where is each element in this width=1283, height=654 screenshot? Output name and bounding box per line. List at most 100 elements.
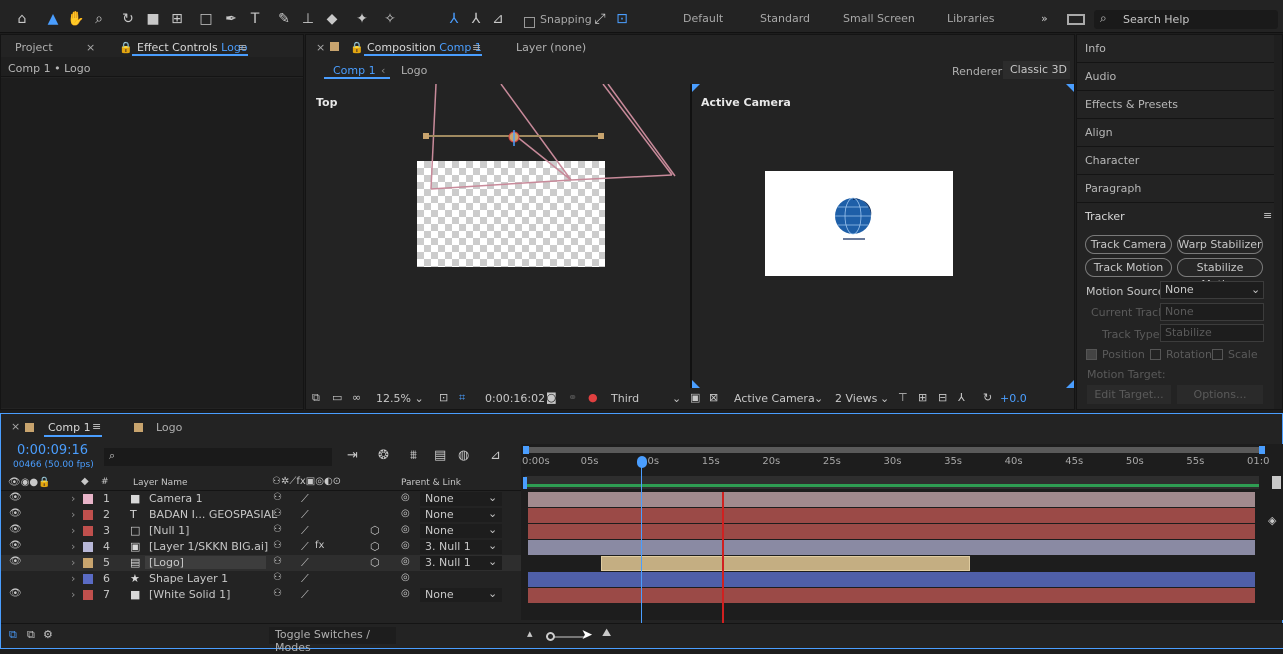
monitor-icon[interactable]: ▭ — [332, 391, 342, 404]
search-help-field[interactable]: ⌕ Search Help — [1094, 10, 1278, 29]
snapshot-icon[interactable]: ◙ — [546, 391, 557, 404]
tab-composition[interactable]: Composition Comp 1 — [367, 41, 482, 54]
toggle-view-icon[interactable]: ▣ — [690, 391, 700, 404]
sync-settings-icon[interactable] — [1067, 14, 1085, 25]
clone-stamp-tool-icon[interactable]: ⊥ — [298, 9, 318, 29]
preview-options-icon[interactable]: ⧉ — [312, 391, 320, 405]
panel-character-label: Character — [1085, 154, 1140, 167]
viewer-top[interactable]: Top — [306, 84, 690, 388]
in-out-pane-icon[interactable]: ⚙ — [43, 628, 53, 641]
rotate-tool-icon[interactable]: ↻ — [118, 9, 138, 29]
camera-tool-icon[interactable]: ■ — [143, 9, 163, 29]
panel-menu-icon[interactable]: ≡ — [472, 41, 481, 54]
layer-duration-bar[interactable] — [528, 492, 1255, 507]
playhead-handle[interactable] — [637, 456, 647, 468]
snap-edges-icon[interactable]: ⤢ — [590, 9, 610, 29]
pan-behind-tool-icon[interactable]: ⊞ — [167, 9, 187, 29]
puppet-tool-icon[interactable]: ✧ — [380, 9, 400, 29]
lock-icon[interactable]: 🔒 — [119, 41, 133, 54]
reset-exposure-icon[interactable]: ↻ — [983, 391, 992, 404]
region-of-interest-icon[interactable]: ⌗ — [459, 391, 465, 405]
home-icon[interactable]: ⌂ — [12, 9, 32, 29]
snapping-label: Snapping — [540, 13, 592, 26]
zoom-in-icon[interactable]: ⛰ — [602, 626, 611, 640]
layer-duration-bar[interactable] — [528, 524, 1255, 539]
composition-panel: × 🔒 Composition Comp 1 ≡ Layer (none) Co… — [305, 34, 1075, 410]
type-tool-icon[interactable]: T — [245, 9, 265, 29]
viewer-active-camera[interactable]: Active Camera — [690, 84, 1074, 388]
tab-project[interactable]: Project — [15, 41, 53, 54]
close-icon[interactable]: × — [86, 41, 95, 54]
tab-layer[interactable]: Layer (none) — [516, 41, 586, 54]
panel-audio[interactable]: Audio — [1077, 63, 1282, 91]
workspace-standard[interactable]: Standard — [760, 12, 810, 25]
current-time-indicator[interactable] — [641, 457, 642, 624]
panel-menu-icon[interactable]: ≡ — [1263, 209, 1272, 222]
stabilize-motion-button[interactable]: Stabilize Motion — [1177, 258, 1263, 291]
tab-effect-controls[interactable]: Effect Controls Logo — [137, 41, 248, 54]
panel-menu-icon[interactable]: ≡ — [238, 41, 247, 54]
layer-duration-bar[interactable] — [528, 508, 1255, 523]
mask-visibility-icon[interactable]: ∞ — [352, 391, 361, 404]
channel-icon[interactable]: ● — [588, 391, 598, 404]
zoom-slider-handle[interactable] — [546, 632, 555, 641]
timeline-icon[interactable]: ⊞ — [918, 391, 927, 404]
local-axis-icon[interactable]: ⅄ — [444, 9, 464, 29]
workspace-small-screen[interactable]: Small Screen — [843, 12, 915, 25]
crumb-layer[interactable]: Logo — [401, 64, 427, 77]
track-camera-button[interactable]: Track Camera — [1085, 235, 1172, 254]
view-axis-icon[interactable]: ⊿ — [488, 9, 508, 29]
more-workspaces-icon[interactable]: » — [1041, 12, 1048, 25]
panel-align[interactable]: Align — [1077, 119, 1282, 147]
warp-stabilizer-button[interactable]: Warp Stabilizer — [1177, 235, 1263, 254]
eraser-tool-icon[interactable]: ◆ — [322, 9, 342, 29]
transfer-controls-pane-icon[interactable]: ⧉ — [27, 628, 35, 642]
close-icon[interactable]: × — [316, 41, 325, 54]
transparency-grid-icon[interactable]: ⊠ — [709, 391, 718, 404]
zoom-out-icon[interactable]: ▴ — [527, 627, 533, 640]
comp-color-icon — [330, 42, 339, 51]
crumb-comp[interactable]: Comp 1 ‹ — [324, 63, 390, 79]
right-panel-scrollbar[interactable] — [1274, 35, 1282, 409]
motion-source-value: None — [1165, 283, 1194, 296]
renderer-dropdown[interactable]: Classic 3D — [1003, 61, 1070, 79]
fast-previews-icon[interactable]: ⊤ — [898, 391, 908, 404]
lock-icon[interactable]: 🔒 — [350, 41, 364, 54]
layer-duration-bar[interactable] — [528, 572, 1255, 587]
layer-duration-bar[interactable] — [528, 588, 1255, 603]
roto-brush-tool-icon[interactable]: ✦ — [352, 9, 372, 29]
zoom-tool-icon[interactable]: ⌕ — [89, 9, 109, 29]
motion-source-dropdown[interactable]: None ⌄ — [1160, 281, 1264, 299]
show-snapshot-icon[interactable]: ⚭ — [568, 391, 577, 404]
toggle-switches-modes-button[interactable]: Toggle Switches / Modes — [269, 627, 396, 654]
selection-tool-icon[interactable]: ▲ — [43, 9, 63, 29]
zoom-dropdown[interactable]: 12.5% ⌄ — [376, 392, 424, 405]
brush-tool-icon[interactable]: ✎ — [274, 9, 294, 29]
flowchart-icon[interactable]: ⅄ — [958, 391, 965, 404]
panel-info[interactable]: Info — [1077, 35, 1282, 63]
layer-duration-bar[interactable] — [528, 540, 1255, 555]
comp-flowchart-icon[interactable]: ⊟ — [938, 391, 947, 404]
view-layout-dropdown[interactable]: Third ⌄ — [611, 392, 685, 405]
panel-character[interactable]: Character — [1077, 147, 1282, 175]
pen-tool-icon[interactable]: ✒ — [221, 9, 241, 29]
keyframe-nav-icon[interactable]: ◈ — [1268, 514, 1276, 527]
rectangle-tool-icon[interactable]: □ — [196, 9, 216, 29]
current-time[interactable]: 0:00:16:02 — [485, 392, 545, 405]
layer-switches-pane-icon[interactable]: ⧉ — [9, 628, 17, 642]
views-dropdown[interactable]: 2 Views ⌄ — [835, 392, 893, 405]
snap-features-icon[interactable]: ⊡ — [612, 9, 632, 29]
workspace-libraries[interactable]: Libraries — [947, 12, 995, 25]
resolution-icon[interactable]: ⊡ — [439, 391, 448, 404]
panel-effects-presets[interactable]: Effects & Presets — [1077, 91, 1282, 119]
world-axis-icon[interactable]: ⅄ — [466, 9, 486, 29]
exposure-value[interactable]: +0.0 — [1000, 392, 1027, 405]
layer-duration-bar[interactable] — [600, 556, 971, 571]
track-motion-button[interactable]: Track Motion — [1085, 258, 1172, 277]
snapping-checkbox[interactable] — [524, 17, 535, 28]
timeline-panel: × Comp 1 ≡ Logo 0:00:09:16 00466 (50.00 … — [0, 413, 1283, 654]
camera-dropdown[interactable]: Active Camera ⌄ — [734, 392, 827, 405]
workspace-default[interactable]: Default — [683, 12, 723, 25]
hand-tool-icon[interactable]: ✋ — [66, 9, 86, 29]
panel-paragraph[interactable]: Paragraph — [1077, 175, 1282, 203]
